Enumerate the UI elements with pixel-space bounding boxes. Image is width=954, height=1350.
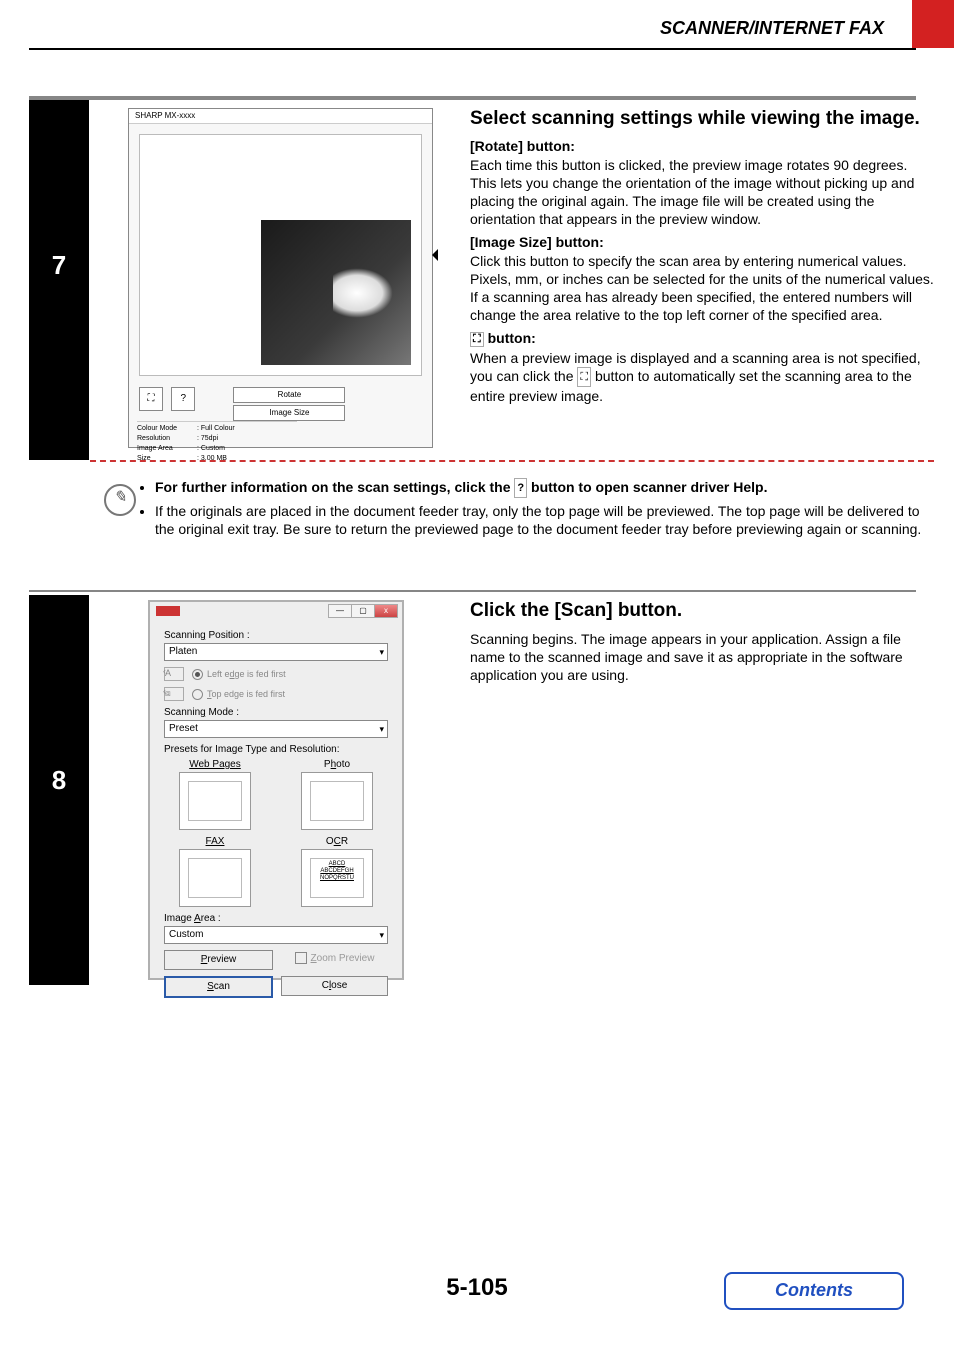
- preset-ocr-icon: ABCDABCDEFGHNOPQRSTU: [301, 849, 373, 907]
- contents-button[interactable]: Contents: [724, 1272, 904, 1310]
- mid-rule: [29, 590, 916, 592]
- step8-text: Click the [Scan] button. Scanning begins…: [470, 600, 934, 686]
- section-title: SCANNER/INTERNET FAX: [660, 18, 884, 39]
- presets-label: Presets for Image Type and Resolution:: [164, 744, 388, 755]
- image-area-select[interactable]: Custom: [164, 926, 388, 944]
- auto-area-icon: ⛶: [470, 332, 484, 347]
- preset-photo-icon: [301, 772, 373, 830]
- feed-top-radio[interactable]: ⧈Top edge is fed first: [164, 687, 388, 701]
- preview-image: [261, 220, 411, 365]
- auto-area-button[interactable]: ⛶: [139, 387, 163, 411]
- preset-ocr[interactable]: OCRABCDABCDEFGHNOPQRSTU: [286, 836, 388, 907]
- maximize-button[interactable]: ▢: [351, 604, 375, 618]
- page: SCANNER/INTERNET FAX 7 SHARP MX-xxxx ⛶ ?…: [0, 0, 954, 1350]
- dialog-title-icon: [156, 606, 180, 616]
- auto-button-label: ⛶ button:: [470, 330, 934, 347]
- orient-landscape-icon: ⧈: [164, 687, 184, 701]
- preset-fax-icon: [179, 849, 251, 907]
- rotate-button-body: Each time this button is clicked, the pr…: [470, 156, 934, 228]
- feed-left-radio[interactable]: ALeft edge is fed first: [164, 667, 388, 681]
- close-window-button[interactable]: x: [374, 604, 398, 618]
- auto-area-icon: ⛶: [577, 367, 591, 387]
- help-button[interactable]: ?: [171, 387, 195, 411]
- step8-body: Scanning begins. The image appears in yo…: [470, 630, 934, 684]
- rotate-button-label: [Rotate] button:: [470, 138, 934, 154]
- image-size-button[interactable]: Image Size: [233, 405, 345, 421]
- scanning-mode-label: Scanning Mode :: [164, 707, 388, 718]
- note-bullet-1: For further information on the scan sett…: [155, 478, 934, 498]
- image-size-button-body: Click this button to specify the scan ar…: [470, 252, 934, 324]
- screenshot-info: Colour Mode: Full Colour Resolution: 75d…: [137, 421, 297, 464]
- help-icon: ?: [180, 393, 186, 404]
- note-bullet-2: If the originals are placed in the docum…: [155, 502, 934, 538]
- auto-button-body: When a preview image is displayed and a …: [470, 349, 934, 405]
- header-rule: [29, 48, 916, 50]
- auto-area-icon: ⛶: [148, 393, 155, 404]
- image-area-label: Image Area :: [164, 913, 388, 924]
- screenshot-titlebar: SHARP MX-xxxx: [129, 109, 432, 124]
- step7-heading: Select scanning settings while viewing t…: [470, 108, 934, 130]
- preview-area: [139, 134, 422, 376]
- minimize-button[interactable]: —: [328, 604, 352, 618]
- step7-text: Select scanning settings while viewing t…: [470, 108, 934, 407]
- collapse-arrow-icon: [432, 249, 438, 261]
- presets-grid: Web Pages Photo FAX OCRABCDABCDEFGHNOPQR…: [164, 759, 388, 907]
- rotate-button[interactable]: Rotate: [233, 387, 345, 403]
- close-button[interactable]: Close: [281, 976, 388, 996]
- preview-button[interactable]: Preview: [164, 950, 273, 970]
- dashed-separator: [90, 460, 934, 462]
- preset-photo[interactable]: Photo: [286, 759, 388, 830]
- scanning-mode-select[interactable]: Preset: [164, 720, 388, 738]
- scan-button[interactable]: Scan: [164, 976, 273, 998]
- radio-icon: [192, 689, 203, 700]
- content-rule: [29, 96, 916, 100]
- preset-fax[interactable]: FAX: [164, 836, 266, 907]
- red-tab: [912, 0, 954, 48]
- scanning-position-select[interactable]: Platen: [164, 643, 388, 661]
- zoom-preview-checkbox[interactable]: Zoom Preview: [281, 950, 388, 970]
- step-number-7: 7: [29, 100, 89, 460]
- preset-web-icon: [179, 772, 251, 830]
- dialog-body: Scanning Position : Platen ALeft edge is…: [164, 624, 388, 968]
- step8-screenshot: —▢x Scanning Position : Platen ALeft edg…: [148, 600, 404, 980]
- preset-web[interactable]: Web Pages: [164, 759, 266, 830]
- help-icon: ?: [514, 478, 527, 498]
- window-buttons: —▢x: [329, 604, 398, 618]
- step8-heading: Click the [Scan] button.: [470, 600, 934, 622]
- checkbox-icon: [295, 952, 307, 964]
- step-number-8: 8: [29, 595, 89, 985]
- note-box: For further information on the scan sett…: [95, 478, 934, 542]
- radio-icon: [192, 669, 203, 680]
- step7-screenshot: SHARP MX-xxxx ⛶ ? Rotate Image Size Colo…: [128, 108, 433, 448]
- image-size-button-label: [Image Size] button:: [470, 234, 934, 250]
- scanning-position-label: Scanning Position :: [164, 630, 388, 641]
- orient-portrait-icon: A: [164, 667, 184, 681]
- header: SCANNER/INTERNET FAX: [29, 0, 954, 48]
